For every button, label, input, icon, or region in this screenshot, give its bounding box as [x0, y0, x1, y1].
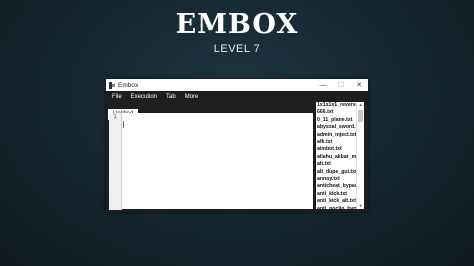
file-item[interactable]: admin_inject.txt [316, 132, 356, 139]
maximize-button[interactable]: ☐ [332, 81, 350, 89]
file-item[interactable]: allahu_akbar_m [316, 154, 356, 161]
file-item[interactable]: 1x1x1x1_reversed [316, 102, 356, 109]
file-item[interactable]: alt.txt [316, 161, 356, 168]
menu-more[interactable]: More [185, 94, 199, 100]
embox-app-icon [109, 81, 116, 89]
file-item[interactable]: alt_dupe_gui.txt [316, 169, 356, 176]
scroll-thumb[interactable] [358, 110, 363, 122]
menu-file[interactable]: File [112, 94, 122, 100]
code-editor[interactable]: 1 [109, 113, 313, 210]
tab-bar: Untitled [108, 102, 139, 120]
menu-execution[interactable]: Execution [131, 94, 157, 100]
line-number-gutter: 1 [109, 113, 122, 210]
scroll-up-icon[interactable]: ▲ [357, 102, 364, 108]
file-item[interactable]: abyssal_sword.txt [316, 124, 356, 131]
line-number: 1 [113, 114, 117, 120]
text-caret [123, 121, 124, 128]
file-item[interactable]: afk.txt [316, 139, 356, 146]
file-item[interactable]: anti_kick_alt.txt [316, 198, 356, 205]
hero-subtitle: LEVEL 7 [213, 43, 261, 55]
embox-window: Embox — ☐ ✕ File Execution Tab More Unti… [106, 79, 368, 212]
window-titlebar[interactable]: Embox — ☐ ✕ [106, 79, 368, 91]
file-item[interactable]: anti_noclip_byp [316, 206, 356, 209]
close-button[interactable]: ✕ [350, 81, 368, 89]
file-list-scrollbar[interactable]: ▲ ▼ [356, 102, 364, 209]
menu-bar: File Execution Tab More [106, 91, 368, 102]
file-item[interactable]: anticheat_bypass [316, 183, 356, 190]
file-item[interactable]: 666.txt [316, 109, 356, 116]
code-text-area[interactable] [123, 115, 311, 207]
scroll-down-icon[interactable]: ▼ [357, 203, 364, 209]
file-item[interactable]: aimbot.txt [316, 146, 356, 153]
file-item[interactable]: annoy.txt [316, 176, 356, 183]
menu-tab[interactable]: Tab [166, 94, 176, 100]
file-item[interactable]: anti_kick.txt [316, 191, 356, 198]
hero-title: EMBOX [175, 9, 299, 40]
window-title: Embox [118, 81, 139, 89]
script-file-list[interactable]: 1x1x1x1_reversed 666.txt 0_11_plane.txt … [316, 102, 356, 209]
minimize-button[interactable]: — [314, 82, 332, 89]
file-item[interactable]: 0_11_plane.txt [316, 117, 356, 124]
